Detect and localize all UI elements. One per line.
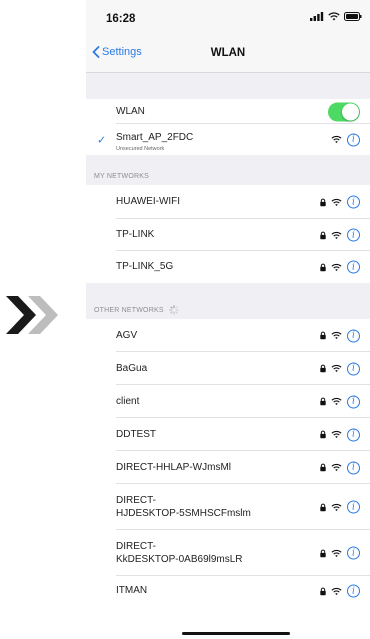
- my-networks-list: HUAWEI-WIFI i TP-LINK i TP-LINK_5G i: [86, 185, 370, 283]
- wifi-icon: [331, 198, 342, 206]
- navigation-bar: Settings WLAN: [86, 38, 370, 73]
- network-name: TP-LINK: [116, 229, 155, 241]
- wifi-icon: [331, 231, 342, 239]
- cellular-signal-icon: [310, 12, 324, 21]
- wifi-icon: [331, 430, 342, 439]
- network-name: DIRECT- KkDESKTOP-0AB69l9msLR: [116, 540, 243, 566]
- battery-icon: [344, 12, 362, 21]
- lock-icon: [320, 198, 326, 206]
- wifi-icon: [331, 263, 342, 271]
- checkmark-icon: ✓: [97, 134, 107, 146]
- page-title: WLAN: [210, 47, 246, 59]
- network-name: DDTEST: [116, 428, 156, 440]
- network-name: DIRECT- HJDESKTOP-5SMHSCFmslm: [116, 494, 251, 520]
- network-row[interactable]: TP-LINK_5G i: [86, 251, 370, 283]
- info-icon[interactable]: i: [347, 500, 360, 514]
- info-icon[interactable]: i: [347, 362, 360, 375]
- lock-icon: [320, 463, 326, 472]
- info-icon[interactable]: i: [347, 228, 360, 242]
- section-spacer: [86, 73, 370, 99]
- lock-icon: [320, 503, 326, 511]
- info-icon[interactable]: i: [347, 546, 360, 560]
- network-row[interactable]: BaGua i: [86, 352, 370, 385]
- status-time: 16:28: [106, 13, 136, 25]
- activity-spinner-icon: [168, 305, 179, 315]
- connected-network-subtitle: Unsecured Network: [116, 146, 165, 153]
- network-row[interactable]: TP-LINK i: [86, 219, 370, 251]
- network-row[interactable]: DDTEST i: [86, 418, 370, 451]
- status-bar: 16:28: [86, 0, 370, 38]
- lock-icon: [320, 263, 326, 271]
- info-icon[interactable]: i: [347, 461, 360, 474]
- double-chevron-right-icon: [6, 296, 58, 334]
- phone-screen: 16:28 Settings WLAN WLAN ✓ Smart_AP_2FDC…: [86, 0, 370, 639]
- lock-icon: [320, 549, 326, 557]
- info-icon[interactable]: i: [347, 195, 360, 209]
- network-row[interactable]: AGV i: [86, 319, 370, 352]
- info-icon[interactable]: i: [347, 260, 360, 274]
- network-row[interactable]: HUAWEI-WIFI i: [86, 185, 370, 219]
- other-networks-header: OTHER NETWORKS: [86, 283, 370, 319]
- my-networks-header: MY NETWORKS: [86, 155, 370, 185]
- lock-icon: [320, 430, 326, 439]
- other-networks-label: OTHER NETWORKS: [94, 307, 164, 314]
- info-icon[interactable]: i: [347, 329, 360, 342]
- network-name: DIRECT-HHLAP-WJmsMl: [116, 461, 231, 473]
- wlan-label: WLAN: [116, 106, 145, 117]
- network-name: HUAWEI-WIFI: [116, 196, 181, 208]
- lock-icon: [320, 397, 326, 406]
- wifi-icon: [331, 463, 342, 472]
- wifi-icon: [331, 503, 342, 511]
- network-name: BaGua: [116, 362, 148, 374]
- lock-icon: [320, 587, 326, 595]
- lock-icon: [320, 364, 326, 373]
- network-row[interactable]: DIRECT- KkDESKTOP-0AB69l9msLR i: [86, 530, 370, 576]
- other-networks-list: AGV i BaGua i client i DDTEST i DIRECT-HHLAP-WJm…: [86, 319, 370, 606]
- info-icon[interactable]: i: [347, 584, 360, 598]
- connected-network-name: Smart_AP_2FDC: [116, 132, 194, 144]
- network-row[interactable]: client i: [86, 385, 370, 418]
- wlan-toggle[interactable]: [328, 102, 360, 121]
- network-name: TP-LINK_5G: [116, 261, 174, 273]
- wifi-icon: [331, 364, 342, 373]
- wifi-icon: [331, 397, 342, 406]
- info-icon[interactable]: i: [347, 428, 360, 441]
- network-name: client: [116, 395, 140, 407]
- home-indicator: [182, 632, 290, 635]
- wifi-icon: [331, 331, 342, 340]
- network-row[interactable]: DIRECT- HJDESKTOP-5SMHSCFmslm i: [86, 484, 370, 530]
- lock-icon: [320, 331, 326, 340]
- connected-network-row[interactable]: ✓ Smart_AP_2FDC Unsecured Network i: [86, 124, 370, 155]
- wifi-status-icon: [328, 12, 340, 21]
- wifi-icon: [331, 587, 342, 595]
- info-icon[interactable]: i: [347, 133, 360, 146]
- info-icon[interactable]: i: [347, 395, 360, 408]
- lock-icon: [320, 231, 326, 239]
- network-row[interactable]: ITMAN i: [86, 576, 370, 606]
- wifi-icon: [331, 135, 342, 144]
- network-name: ITMAN: [116, 585, 148, 597]
- network-name: AGV: [116, 329, 138, 341]
- wifi-icon: [331, 549, 342, 557]
- network-row[interactable]: DIRECT-HHLAP-WJmsMl i: [86, 451, 370, 484]
- wlan-toggle-row: WLAN: [86, 99, 370, 124]
